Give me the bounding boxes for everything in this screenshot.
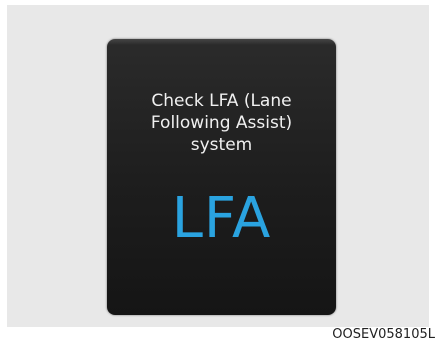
image-code: OOSEV058105L (332, 327, 435, 342)
lfa-indicator: LFA (171, 186, 272, 251)
warning-message: Check LFA (Lane Following Assist) system (150, 91, 293, 155)
cluster-display: Check LFA (Lane Following Assist) system… (107, 39, 336, 315)
figure: Check LFA (Lane Following Assist) system… (0, 0, 435, 344)
